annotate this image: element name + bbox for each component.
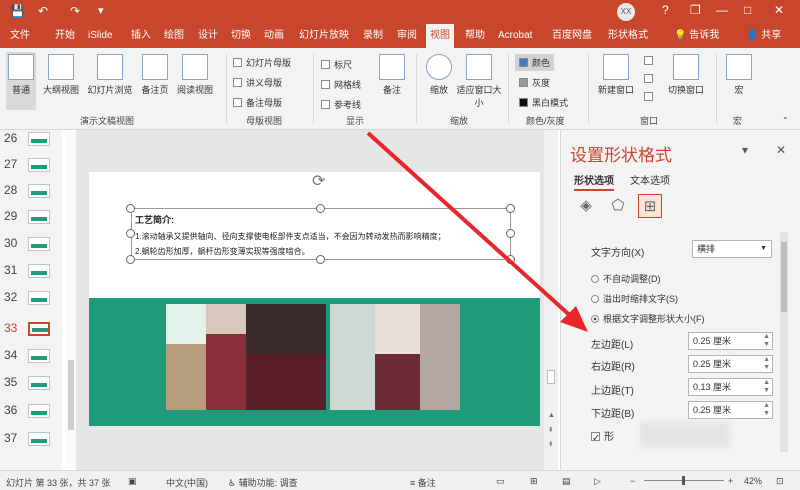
arrow-shaft — [366, 131, 577, 322]
annotation-arrow — [366, 131, 588, 332]
